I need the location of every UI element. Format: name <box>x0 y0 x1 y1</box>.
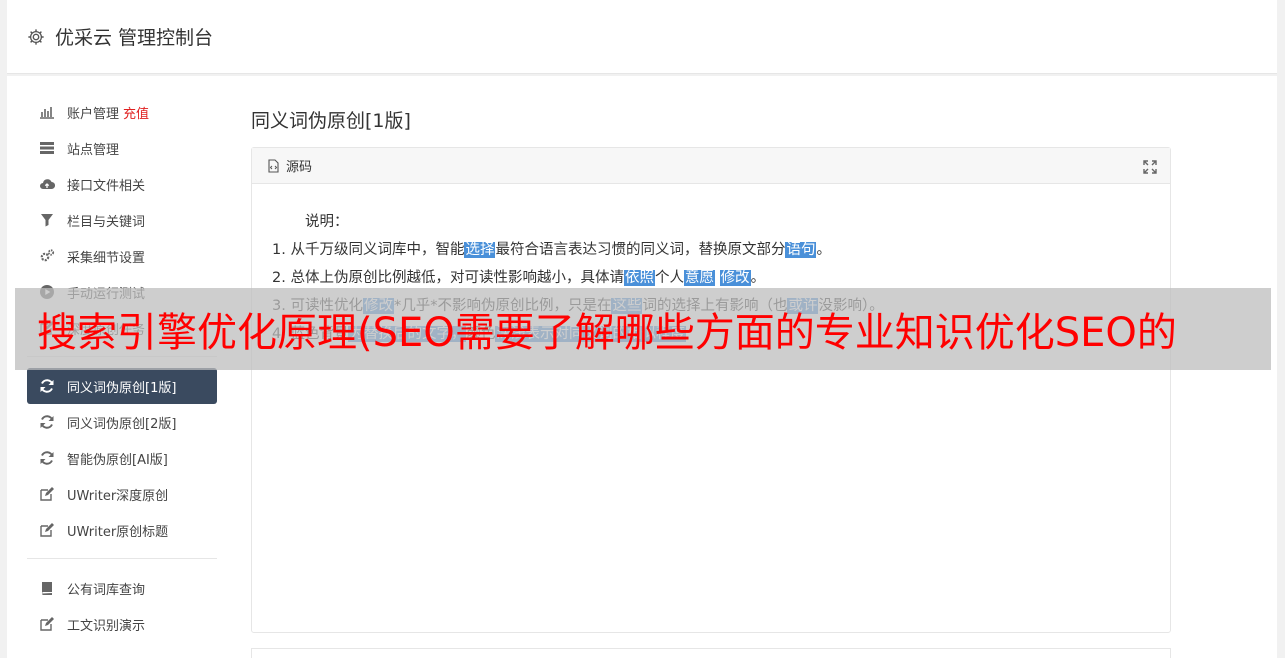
sidebar-item[interactable]: 同义词伪原创[1版] <box>27 368 217 404</box>
refresh-icon <box>37 378 57 394</box>
sidebar-item[interactable]: 工文识别演示 <box>27 606 217 642</box>
sidebar-divider <box>27 558 217 559</box>
gear-icon <box>27 27 47 47</box>
sidebar-item[interactable]: 公有词库查询 <box>27 570 217 606</box>
sidebar-item[interactable]: 智能伪原创[AI版] <box>27 440 217 476</box>
source-panel: 源码 说明： 1. 从千万级同义词库中，智能选择最符合语言表达习惯的同义词，替换… <box>251 147 1171 633</box>
refresh-icon <box>37 450 57 466</box>
replaced-word: 语句 <box>785 242 817 258</box>
sidebar-item[interactable]: UWriter深度原创 <box>27 476 217 512</box>
line-text: 最符合语言表达习惯的同义词，替换原文部分 <box>495 242 786 258</box>
sidebar-item-label: 同义词伪原创[2版] <box>67 416 177 432</box>
sidebar-item[interactable]: 账户管理 充值 <box>27 94 217 130</box>
replaced-word: 选择 <box>464 242 496 258</box>
sidebar-item-label: UWriter深度原创 <box>67 488 169 504</box>
recharge-link[interactable]: 充值 <box>123 103 149 122</box>
sidebar-item[interactable]: 接口文件相关 <box>27 166 217 202</box>
sidebar-item-label: 同义词伪原创[1版] <box>67 380 177 396</box>
edit-icon <box>37 522 57 538</box>
replaced-word: 修改 <box>719 270 751 286</box>
title-overlay-banner: 搜索引擎优化原理(SEO需要了解哪些方面的专业知识优化SEO的 <box>15 288 1271 370</box>
book-icon <box>37 580 57 596</box>
line-text: 1. 从千万级同义词库中，智能 <box>272 242 465 258</box>
refresh-icon <box>37 414 57 430</box>
secondary-panel <box>251 648 1171 658</box>
sidebar-item[interactable]: 栏目与关键词 <box>27 202 217 238</box>
sidebar-item-label: 栏目与关键词 <box>67 214 146 230</box>
sidebar-item-label: 公有词库查询 <box>67 582 146 598</box>
intro-text: 说明： <box>305 214 349 230</box>
panel-header: 源码 <box>252 148 1170 184</box>
line-text: 2. 总体上伪原创比例越低，对可读性影响越小，具体请 <box>272 270 624 286</box>
sidebar-item-label: 接口文件相关 <box>67 178 146 194</box>
sidebar-item[interactable]: UWriter原创标题 <box>27 512 217 548</box>
panel-title: 源码 <box>286 160 313 175</box>
gears-icon <box>37 248 57 264</box>
cloud-upload-icon <box>37 176 57 192</box>
sidebar-item-label: 账户管理 <box>67 106 120 122</box>
app-header: 优采云 管理控制台 <box>7 0 1277 74</box>
page-title: 同义词伪原创[1版] <box>251 110 411 132</box>
edit-icon <box>37 616 57 632</box>
line-text <box>715 270 720 286</box>
expand-icon[interactable] <box>1142 159 1158 175</box>
description-line: 1. 从千万级同义词库中，智能选择最符合语言表达习惯的同义词，替换原文部分语句。 <box>272 236 1150 264</box>
sidebar-item-label: 站点管理 <box>67 142 120 158</box>
line-text: 个人 <box>654 270 684 286</box>
edit-icon <box>37 486 57 502</box>
line-text: 。 <box>750 270 766 286</box>
line-text: 。 <box>816 242 831 258</box>
app-title: 优采云 管理控制台 <box>55 27 214 49</box>
overlay-text: 搜索引擎优化原理(SEO需要了解哪些方面的专业知识优化SEO的 <box>37 310 1177 356</box>
sidebar-item-label: 智能伪原创[AI版] <box>67 452 168 468</box>
replaced-word: 依照 <box>623 270 655 286</box>
server-icon <box>37 140 57 156</box>
sidebar-item-label: 采集细节设置 <box>67 250 146 266</box>
sidebar-item-label: UWriter原创标题 <box>67 524 169 540</box>
sidebar-item[interactable]: 同义词伪原创[2版] <box>27 404 217 440</box>
sidebar-item[interactable]: 站点管理 <box>27 130 217 166</box>
filter-icon <box>37 212 57 228</box>
sidebar-item[interactable]: 采集细节设置 <box>27 238 217 274</box>
replaced-word: 意愿 <box>683 270 715 286</box>
code-file-icon <box>266 158 280 173</box>
bar-chart-icon <box>37 104 57 120</box>
sidebar-item-label: 工文识别演示 <box>67 618 146 634</box>
